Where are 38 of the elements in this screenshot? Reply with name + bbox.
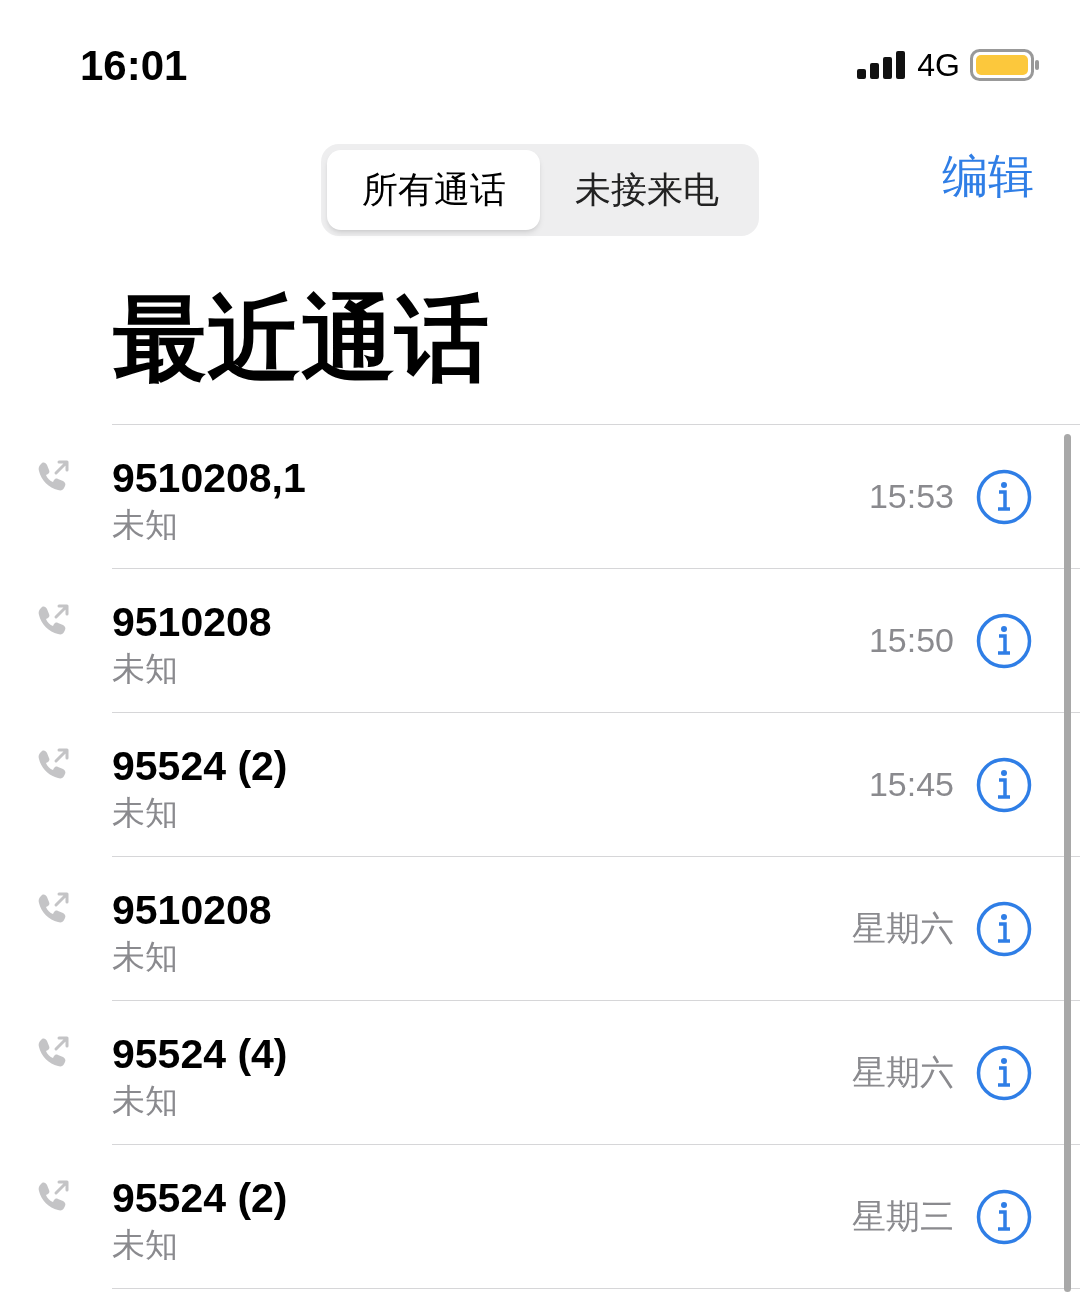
segment-tab[interactable]: 未接来电 — [540, 150, 753, 230]
info-icon[interactable] — [976, 1188, 1032, 1245]
status-time: 16:01 — [80, 40, 188, 91]
outgoing-call-icon — [36, 459, 70, 493]
caller-label: 未知 — [112, 1224, 179, 1265]
info-icon[interactable] — [976, 900, 1032, 957]
call-time: 星期六 — [852, 1052, 954, 1093]
caller-number: 95524 (2) — [112, 741, 289, 791]
caller-number: 9510208 — [112, 597, 273, 647]
outgoing-call-icon — [36, 1179, 70, 1213]
battery-icon — [970, 49, 1040, 81]
caller-label: 未知 — [112, 1080, 179, 1121]
outgoing-call-icon — [36, 1035, 70, 1069]
call-time: 15:53 — [868, 476, 954, 517]
caller-label: 未知 — [112, 648, 179, 689]
network-label: 4G — [917, 46, 960, 85]
edit-button[interactable]: 编辑 — [942, 142, 1034, 211]
caller-label: 未知 — [112, 792, 179, 833]
info-icon[interactable] — [976, 756, 1032, 813]
caller-number: 9510208,1 — [112, 453, 307, 503]
outgoing-call-icon — [36, 891, 70, 925]
call-time: 星期三 — [852, 1196, 954, 1237]
caller-number: 9510208 — [112, 885, 273, 935]
caller-label: 未知 — [112, 504, 179, 545]
info-icon[interactable] — [976, 612, 1032, 669]
call-time: 15:45 — [868, 764, 954, 805]
caller-number: 95524 (2) — [112, 1173, 289, 1223]
info-icon[interactable] — [976, 468, 1032, 525]
page-title: 最近通话 — [112, 285, 490, 393]
outgoing-call-icon — [36, 603, 70, 637]
call-time: 星期六 — [852, 908, 954, 949]
caller-number: 95524 (4) — [112, 1029, 289, 1079]
segment-tab[interactable]: 所有通话 — [327, 150, 540, 230]
signal-icon — [857, 51, 908, 79]
caller-label: 未知 — [112, 936, 179, 977]
call-time: 15:50 — [868, 620, 954, 661]
outgoing-call-icon — [36, 747, 70, 781]
info-icon[interactable] — [976, 1044, 1032, 1101]
